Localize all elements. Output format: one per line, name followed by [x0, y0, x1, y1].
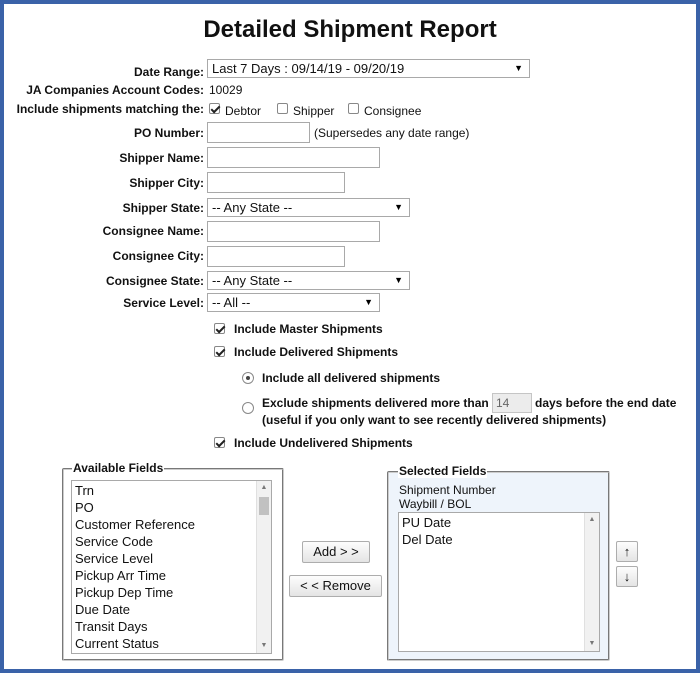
include-master-checkbox[interactable]: [214, 323, 225, 337]
shipper-city-label: Shipper City:: [129, 176, 204, 190]
shipper-state-value: -- Any State --: [212, 200, 293, 215]
delivered-all-radio[interactable]: [242, 372, 254, 387]
date-range-label: Date Range:: [133, 65, 204, 79]
radio-icon: [242, 372, 254, 384]
consignee-state-select[interactable]: -- Any State -- ▼: [207, 271, 410, 290]
chevron-down-icon: ▼: [394, 275, 403, 285]
shipper-label: Shipper: [293, 104, 335, 118]
include-undelivered-label: Include Undelivered Shipments: [234, 436, 413, 450]
include-master-label: Include Master Shipments: [234, 322, 383, 336]
scroll-down-icon[interactable]: ▼: [585, 637, 599, 651]
list-item[interactable]: Current Status: [72, 635, 271, 652]
consignee-state-value: -- Any State --: [212, 273, 293, 288]
move-down-button[interactable]: ↓: [616, 566, 638, 587]
delivered-exclude-label-before: Exclude shipments delivered more than: [262, 396, 489, 410]
move-up-button[interactable]: ↑: [616, 541, 638, 562]
scroll-up-icon[interactable]: ▲: [585, 513, 599, 527]
consignee-label: Consignee: [364, 104, 422, 118]
available-fields-list[interactable]: Trn PO Customer Reference Service Code S…: [71, 480, 272, 654]
scroll-down-icon[interactable]: ▼: [257, 639, 271, 653]
shipper-state-select[interactable]: -- Any State -- ▼: [207, 198, 410, 217]
consignee-city-input[interactable]: [207, 246, 345, 267]
add-button[interactable]: Add > >: [302, 541, 370, 563]
delivered-exclude-note: (useful if you only want to see recently…: [262, 413, 607, 427]
list-item[interactable]: Due Date: [72, 601, 271, 618]
delivered-all-label: Include all delivered shipments: [262, 371, 441, 385]
available-fields-legend: Available Fields: [72, 461, 165, 475]
po-number-note: (Supersedes any date range): [314, 126, 470, 140]
delivered-exclude-label-after: days before the end date: [535, 396, 677, 410]
chevron-down-icon: ▼: [394, 202, 403, 212]
list-item[interactable]: Customer Reference: [72, 516, 271, 533]
list-item[interactable]: PO: [72, 499, 271, 516]
consignee-name-input[interactable]: [207, 221, 380, 242]
checkbox-icon: [348, 103, 359, 114]
include-undelivered-checkbox[interactable]: [214, 437, 225, 451]
service-level-value: -- All --: [212, 295, 251, 310]
account-codes-label: JA Companies Account Codes:: [26, 83, 204, 97]
shipper-name-input[interactable]: [207, 147, 380, 168]
selected-fixed-field: Waybill / BOL: [399, 497, 472, 511]
debtor-checkbox[interactable]: [209, 103, 220, 117]
consignee-city-label: Consignee City:: [112, 249, 204, 263]
debtor-label: Debtor: [225, 104, 262, 118]
list-item[interactable]: Service Level: [72, 550, 271, 567]
selected-fields-list[interactable]: PU Date Del Date ▲ ▼: [398, 512, 600, 652]
list-item[interactable]: PU Date: [399, 514, 599, 531]
selected-fields-legend: Selected Fields: [398, 464, 488, 478]
available-fields-scrollbar[interactable]: ▲ ▼: [256, 481, 271, 653]
selected-fields-scrollbar[interactable]: ▲ ▼: [584, 513, 599, 651]
checkbox-icon: [214, 437, 225, 448]
delivered-exclude-radio[interactable]: [242, 402, 254, 417]
shipper-name-label: Shipper Name:: [119, 151, 204, 165]
list-item[interactable]: Pickup Arr Time: [72, 567, 271, 584]
selected-fixed-field: Shipment Number: [399, 483, 496, 497]
include-delivered-checkbox[interactable]: [214, 346, 225, 360]
list-item[interactable]: Service Code: [72, 533, 271, 550]
service-level-select[interactable]: -- All -- ▼: [207, 293, 380, 312]
remove-button[interactable]: < < Remove: [289, 575, 382, 597]
date-range-select[interactable]: Last 7 Days : 09/14/19 - 09/20/19 ▼: [207, 59, 530, 78]
shipper-checkbox[interactable]: [277, 103, 288, 117]
account-codes-value: 10029: [209, 83, 243, 97]
consignee-name-label: Consignee Name:: [102, 224, 204, 238]
shipper-city-input[interactable]: [207, 172, 345, 193]
include-delivered-label: Include Delivered Shipments: [234, 345, 399, 359]
scroll-up-icon[interactable]: ▲: [257, 481, 271, 495]
po-number-label: PO Number:: [133, 126, 204, 140]
list-item[interactable]: Del Date: [399, 531, 599, 548]
page-title: Detailed Shipment Report: [203, 16, 497, 43]
date-range-value: Last 7 Days : 09/14/19 - 09/20/19: [212, 61, 405, 76]
checkbox-icon: [214, 346, 225, 357]
exclude-days-input[interactable]: 14: [492, 393, 532, 413]
scroll-thumb[interactable]: [259, 497, 269, 515]
report-frame: Detailed Shipment Report Date Range: Las…: [0, 0, 700, 673]
radio-icon: [242, 402, 254, 414]
chevron-down-icon: ▼: [364, 297, 373, 307]
list-item[interactable]: Pickup Dep Time: [72, 584, 271, 601]
checkbox-icon: [214, 323, 225, 334]
checkbox-icon: [277, 103, 288, 114]
consignee-checkbox[interactable]: [348, 103, 359, 117]
chevron-down-icon: ▼: [514, 63, 523, 73]
checkbox-icon: [209, 103, 220, 114]
consignee-state-label: Consignee State:: [105, 274, 204, 288]
service-level-label: Service Level:: [123, 296, 204, 310]
matching-label: Include shipments matching the:: [16, 102, 204, 116]
list-item[interactable]: Trn: [72, 482, 271, 499]
shipper-state-label: Shipper State:: [122, 201, 204, 215]
po-number-input[interactable]: [207, 122, 310, 143]
list-item[interactable]: Transit Days: [72, 618, 271, 635]
